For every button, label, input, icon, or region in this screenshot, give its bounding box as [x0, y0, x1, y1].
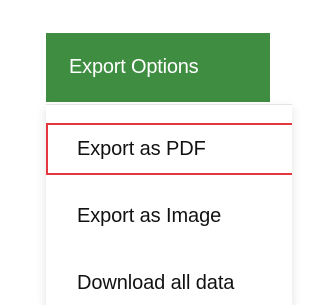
export-menu-screen: Export Options Export as PDF Export as I… [0, 0, 292, 305]
menu-item-export-pdf[interactable]: Export as PDF [46, 123, 292, 175]
menu-item-download-data[interactable]: Download all data [46, 257, 292, 305]
export-dropdown-menu: Export as PDF Export as Image Download a… [46, 104, 292, 305]
menu-item-export-image[interactable]: Export as Image [46, 190, 292, 242]
export-options-button[interactable]: Export Options [46, 33, 270, 102]
